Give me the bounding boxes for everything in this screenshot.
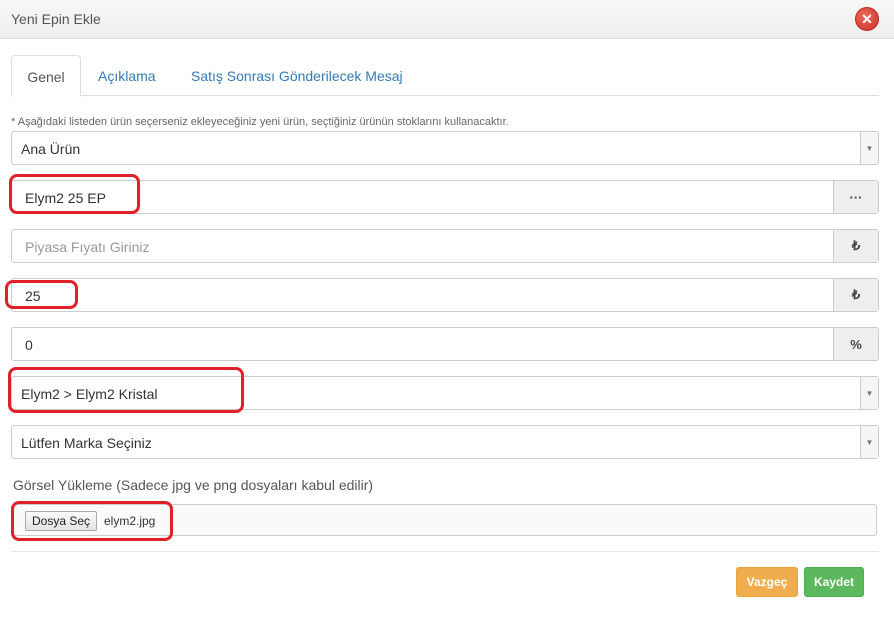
price-input[interactable]: 25 ₺ bbox=[11, 278, 879, 312]
cancel-button[interactable]: Vazgeç bbox=[736, 567, 798, 597]
product-name-input[interactable]: Elym2 25 EP ··· bbox=[11, 180, 879, 214]
market-price-placeholder: Piyasa Fıyatı Giriniz bbox=[25, 239, 150, 255]
category-value: Elym2 > Elym2 Kristal bbox=[21, 386, 158, 402]
category-select[interactable]: Elym2 > Elym2 Kristal ▼ bbox=[11, 376, 879, 410]
market-price-input[interactable]: Piyasa Fıyatı Giriniz ₺ bbox=[11, 229, 879, 263]
image-upload-label: Görsel Yükleme (Sadece jpg ve png dosyal… bbox=[13, 477, 374, 493]
discount-input[interactable]: 0 % bbox=[11, 327, 879, 361]
add-epin-modal: Yeni Epin Ekle ✕ Genel Açıklama Satış So… bbox=[0, 0, 894, 626]
more-options-button[interactable]: ··· bbox=[833, 181, 878, 213]
chevron-down-icon: ▼ bbox=[860, 426, 878, 458]
save-button[interactable]: Kaydet bbox=[804, 567, 864, 597]
modal-header: Yeni Epin Ekle ✕ bbox=[0, 0, 894, 39]
brand-select[interactable]: Lütfen Marka Seçiniz ▼ bbox=[11, 425, 879, 459]
image-upload-field: Dosya Seç elym2.jpg bbox=[11, 504, 877, 536]
tab-general[interactable]: Genel bbox=[11, 55, 81, 97]
tab-description[interactable]: Açıklama bbox=[98, 55, 156, 96]
tab-post-sale-message[interactable]: Satış Sonrası Gönderilecek Mesaj bbox=[191, 55, 403, 96]
close-icon: ✕ bbox=[861, 11, 873, 27]
percent-icon: % bbox=[833, 328, 878, 360]
discount-value: 0 bbox=[25, 337, 33, 353]
file-name: elym2.jpg bbox=[104, 514, 156, 528]
parent-product-value: Ana Ürün bbox=[21, 141, 81, 157]
lira-icon: ₺ bbox=[833, 279, 878, 311]
choose-file-button[interactable]: Dosya Seç bbox=[25, 511, 98, 531]
modal-title: Yeni Epin Ekle bbox=[11, 11, 101, 27]
chevron-down-icon: ▼ bbox=[860, 132, 878, 164]
parent-product-select[interactable]: Ana Ürün ▼ bbox=[11, 131, 879, 165]
parent-product-note: * Aşağıdaki listeden ürün seçerseniz ekl… bbox=[11, 116, 509, 128]
brand-value: Lütfen Marka Seçiniz bbox=[21, 435, 152, 451]
footer-divider bbox=[11, 551, 879, 552]
chevron-down-icon: ▼ bbox=[860, 377, 878, 409]
product-name-value: Elym2 25 EP bbox=[25, 190, 106, 206]
price-value: 25 bbox=[25, 288, 41, 304]
close-button[interactable]: ✕ bbox=[855, 7, 879, 31]
lira-icon: ₺ bbox=[833, 230, 878, 262]
tab-bar: Genel Açıklama Satış Sonrası Gönderilece… bbox=[11, 55, 879, 97]
